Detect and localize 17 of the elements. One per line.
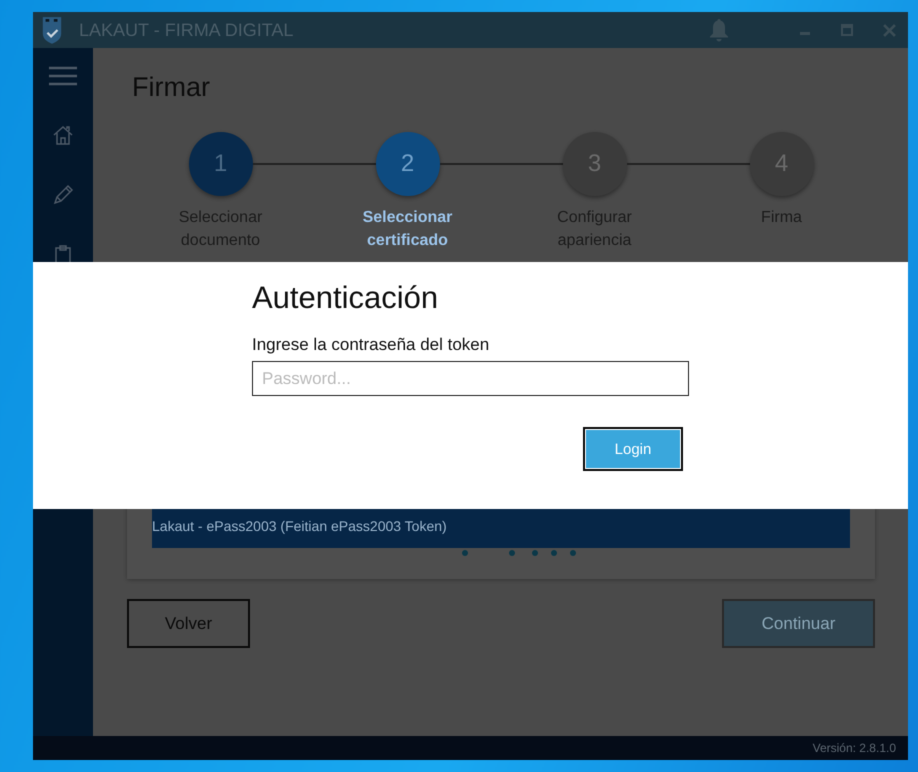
step-circle: 1 — [188, 132, 252, 196]
shield-icon — [41, 15, 63, 45]
password-field[interactable]: Password... — [252, 361, 689, 396]
field-label: Ingrese la contraseña del token — [252, 335, 490, 355]
step-label: Seleccionar certificado — [362, 208, 454, 251]
bell-icon[interactable] — [709, 18, 729, 42]
home-icon[interactable] — [52, 124, 74, 146]
login-button[interactable]: Login — [583, 427, 683, 471]
step-circle: 2 — [376, 132, 440, 196]
page-title: Firmar — [132, 72, 211, 104]
version-text: Versión: 2.8.1.0 — [812, 741, 896, 755]
pencil-icon[interactable] — [52, 184, 74, 206]
back-button[interactable]: Volver — [127, 599, 250, 648]
menu-icon[interactable] — [49, 66, 77, 86]
dialog-title: Autenticación — [252, 280, 440, 316]
maximize-icon[interactable] — [841, 24, 853, 36]
close-icon[interactable] — [883, 24, 896, 36]
